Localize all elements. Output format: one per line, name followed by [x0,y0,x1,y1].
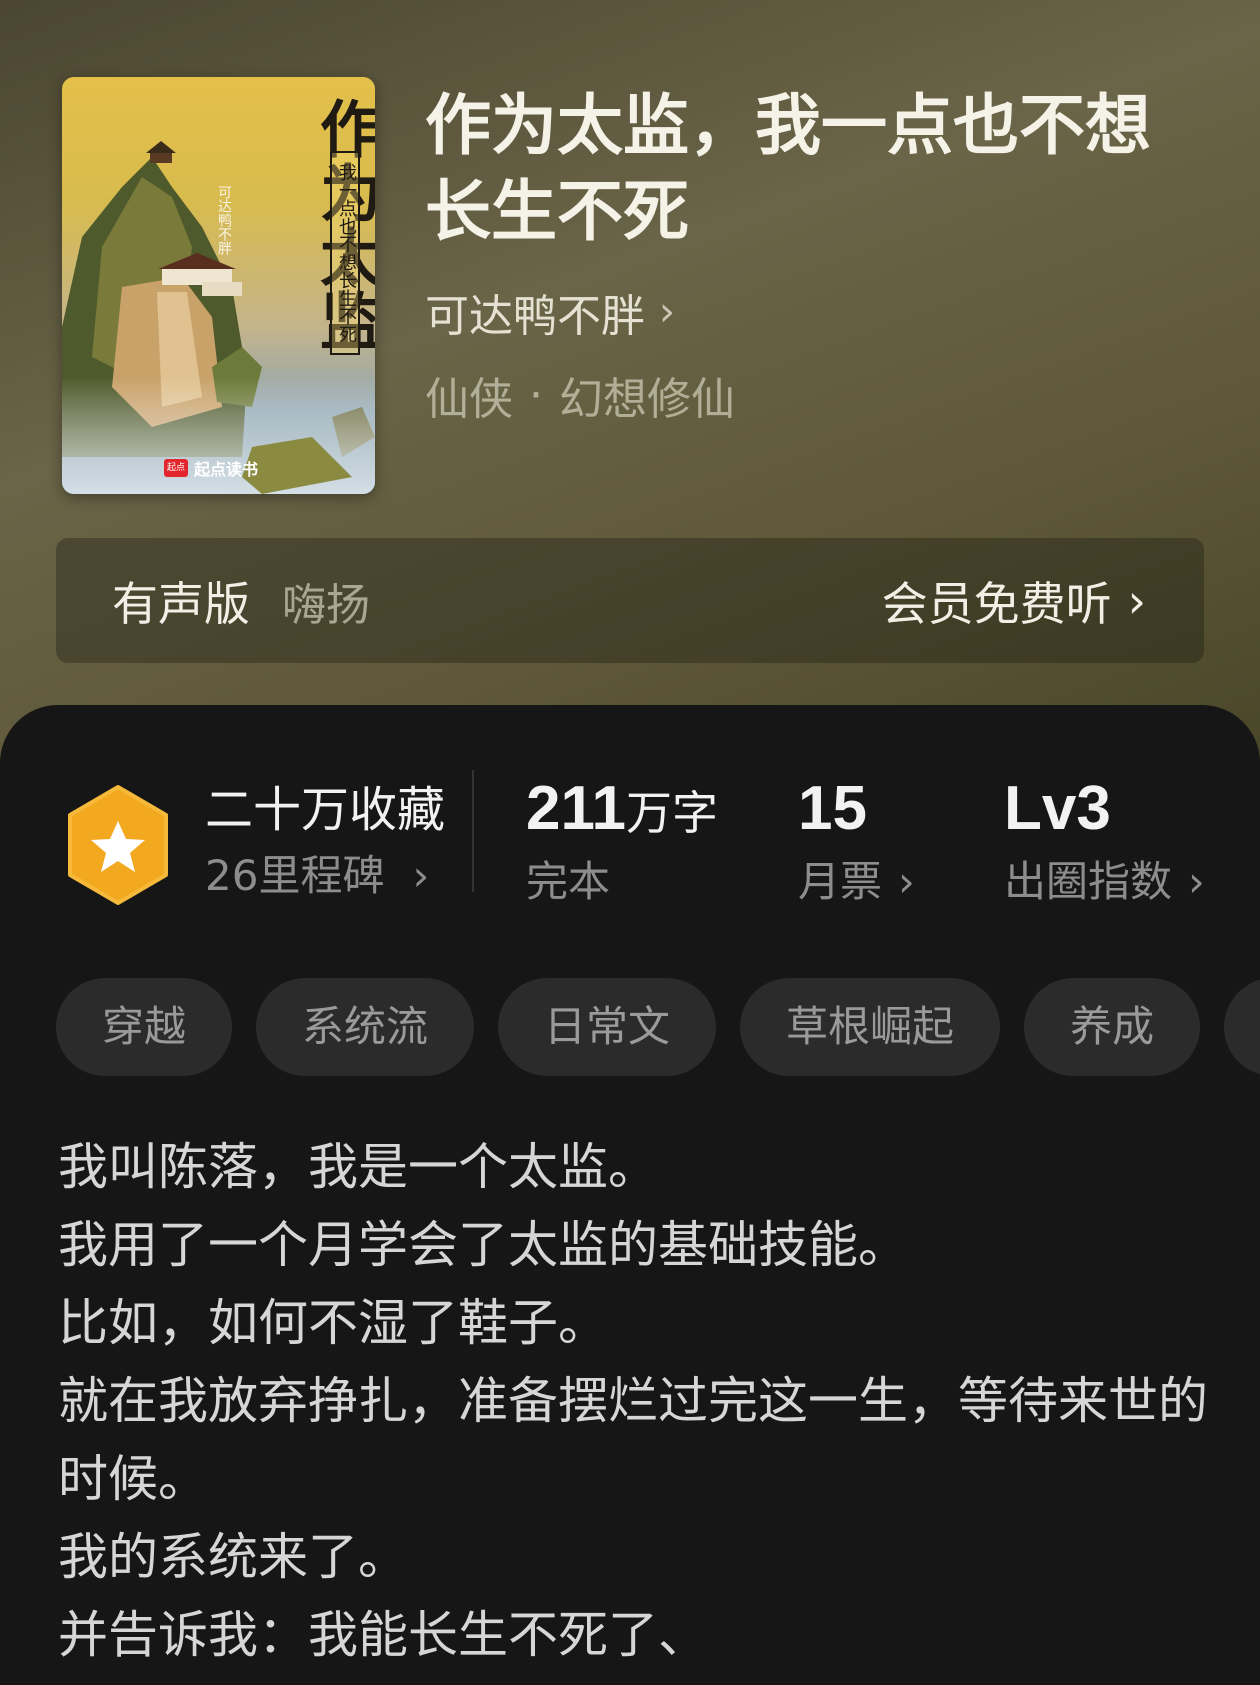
book-synopsis[interactable]: 我叫陈落，我是一个太监。 我用了一个月学会了太监的基础技能。 比如，如何不湿了鞋… [58,1128,1208,1674]
completion-status: 完本 [526,857,611,906]
tag-chip[interactable]: 穿越 [56,978,233,1076]
monthly-tickets-label: 月票 [798,857,883,906]
word-count-number: 211 [526,774,627,843]
popularity-index-link[interactable]: 出圈指数 › [1004,854,1205,910]
chevron-right-icon: › [412,851,430,900]
audio-narrator: 嗨扬 [282,579,370,631]
tag-chip[interactable]: 轻 [1224,978,1260,1076]
word-count: 211万字 [526,774,718,859]
category-row[interactable]: 仙侠 · 幻想修仙 [425,365,735,426]
category-label: 仙侠 [425,374,513,425]
tag-chip[interactable]: 草根崛起 [740,978,1001,1076]
tag-list: 穿越系统流日常文草根崛起养成轻 [56,978,1260,1076]
book-header: 作为太监 我一点也不想长生不死 可达鸭不胖 起点 起点读书 作为太监，我一点也不… [0,0,1260,760]
subcategory-label: 幻想修仙 [559,374,735,425]
chevron-right-icon: › [1127,573,1146,628]
publisher-name: 起点读书 [194,460,259,479]
popularity-level: Lv3 [1004,774,1111,843]
cover-publisher: 起点 起点读书 [164,455,258,481]
book-title: 作为太监，我一点也不想长生不死 [425,86,1151,250]
monthly-tickets-count: 15 [798,774,867,843]
audio-version-label: 有声版 [112,576,250,631]
synopsis-line: 我用了一个月学会了太监的基础技能。 [58,1216,908,1274]
synopsis-line: 我叫陈落，我是一个太监。 [58,1138,658,1196]
author-link[interactable]: 可达鸭不胖 › [425,282,675,342]
tag-chip[interactable]: 养成 [1024,978,1201,1076]
star-badge-icon [68,785,168,905]
stats-divider [472,770,474,892]
audio-version-bar[interactable]: 有声版 嗨扬 会员免费听 › [56,538,1204,663]
milestones-link[interactable]: 26里程碑 › [205,848,429,904]
book-cover[interactable]: 作为太监 我一点也不想长生不死 可达鸭不胖 起点 起点读书 [62,77,375,494]
monthly-tickets-link[interactable]: 月票 › [798,854,915,910]
cover-subtitle: 我一点也不想长生不死 [330,151,360,355]
synopsis-line: 并告诉我：我能长生不死了、 [58,1606,708,1664]
tag-chip[interactable]: 日常文 [498,978,717,1076]
chevron-right-icon: › [659,289,675,335]
synopsis-line: 就在我放弃挣扎，准备摆烂过完这一生，等待来世的时候。 [58,1372,1208,1508]
popularity-index-label: 出圈指数 [1004,857,1173,906]
category-separator: · [529,369,543,421]
favorites-count: 二十万收藏 [205,782,446,838]
word-count-unit: 万字 [626,786,719,840]
publisher-logo-icon: 起点 [164,459,188,477]
chevron-right-icon: › [1188,857,1205,906]
cover-author: 可达鸭不胖 [216,185,232,255]
synopsis-line: 比如，如何不湿了鞋子。 [58,1294,608,1352]
tag-chip[interactable]: 系统流 [256,978,475,1076]
chevron-right-icon: › [898,857,915,906]
synopsis-line: 我的系统来了。 [58,1528,408,1586]
milestones-label: 26里程碑 [205,851,385,900]
author-name: 可达鸭不胖 [425,291,645,342]
member-free-listen-button[interactable]: 会员免费听 › [882,568,1146,634]
member-free-listen-label: 会员免费听 [881,576,1112,631]
